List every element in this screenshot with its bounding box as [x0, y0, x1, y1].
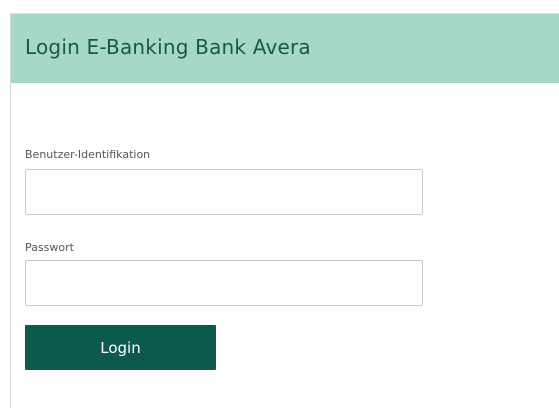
user-id-label: Benutzer-Identifikation — [25, 148, 151, 161]
login-panel: Login E-Banking Bank Avera Benutzer-Iden… — [10, 13, 559, 408]
login-button[interactable]: Login — [25, 325, 216, 370]
page-title: Login E-Banking Bank Avera — [25, 35, 311, 59]
password-input[interactable] — [25, 260, 423, 306]
user-id-input[interactable] — [25, 169, 423, 215]
login-header: Login E-Banking Bank Avera — [11, 14, 559, 83]
password-label: Passwort — [25, 241, 74, 254]
